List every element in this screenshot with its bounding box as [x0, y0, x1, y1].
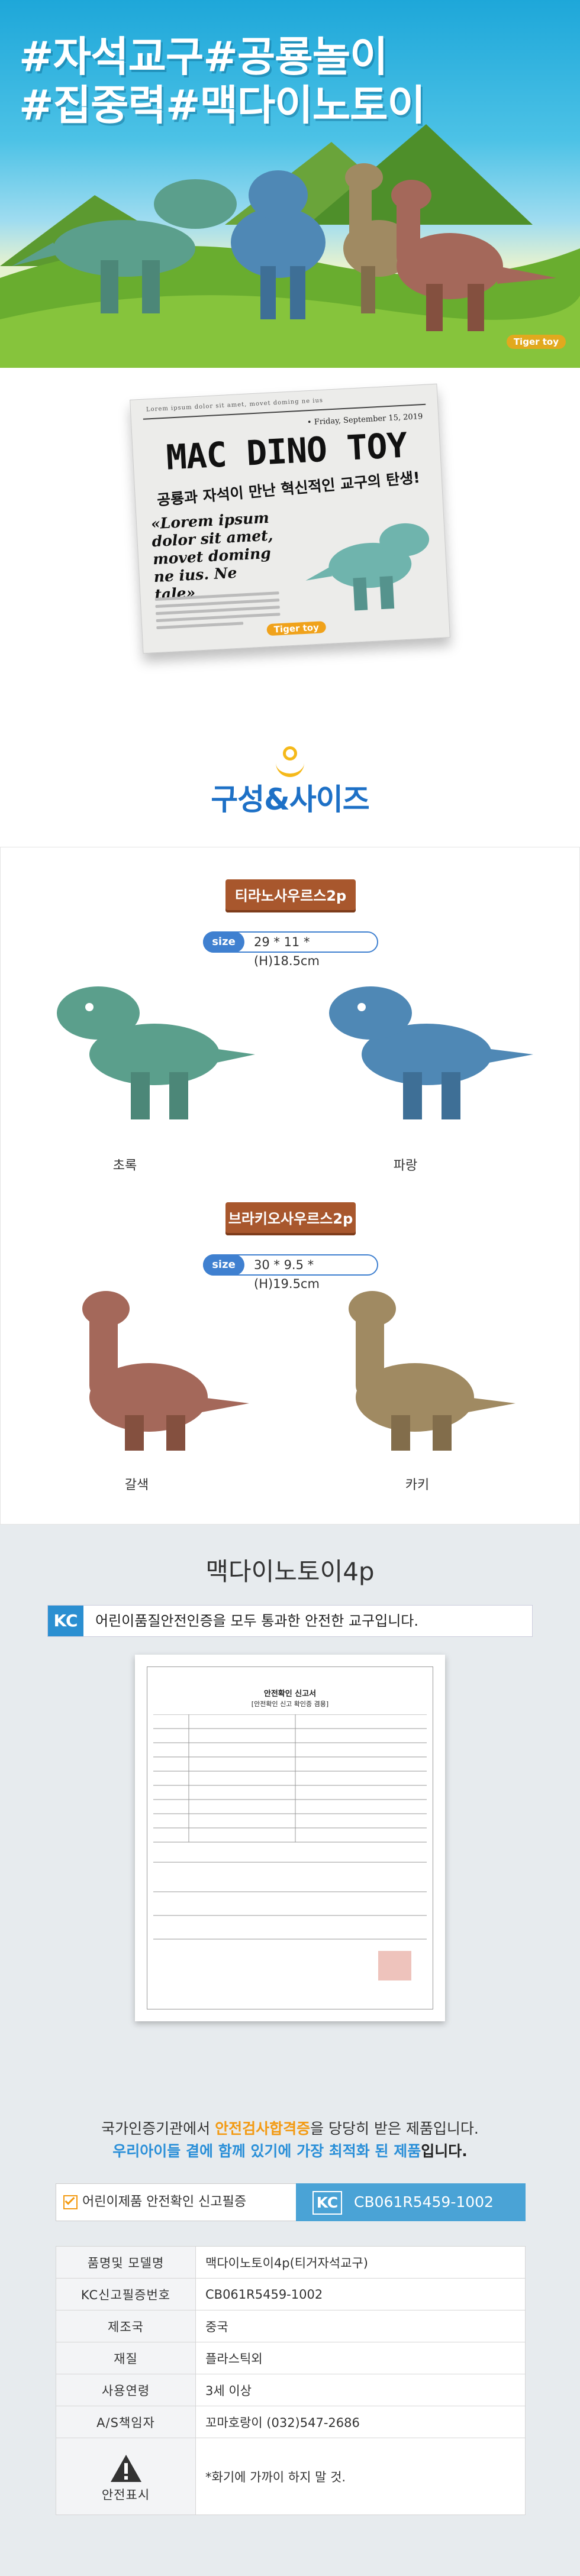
size-bar: size 30 * 9.5 * (H)19.5cm [203, 1254, 378, 1291]
newspaper-section: Lorem ipsum dolor sit amet, movet doming… [0, 368, 580, 711]
newspaper-quote: «Lorem ipsum dolor sit amet, movet domin… [150, 509, 274, 604]
table-value: 맥다이노토이4p(티거자석교구) [195, 2246, 526, 2279]
products-section: 티라노사우르스2p size 29 * 11 * (H)18.5cm 초록 파랑… [0, 847, 580, 1525]
variant-caption: 갈색 [124, 1478, 149, 1493]
certificate-image: 안전확인 신고서 [안전확인 신고 확인증 겸용] [135, 1655, 445, 2021]
table-key: KC신고필증번호 [56, 2278, 196, 2310]
newspaper-column [154, 591, 281, 633]
table-row: 품명및 모델명 맥다이노토이4p(티거자석교구) [56, 2246, 526, 2279]
table-key-label: 안전표시 [101, 2487, 150, 2502]
newspaper-brand: Tiger toy [266, 621, 327, 636]
kc-banner-text: 어린이품질안전인증을 모두 통과한 안전한 교구입니다. [95, 1613, 418, 1629]
size-value: 29 * 11 * (H)18.5cm [254, 935, 320, 968]
kc-report-label: 어린이제품 안전확인 신고필증 [82, 2195, 247, 2209]
composition-heading: 구성&사이즈 [0, 711, 580, 847]
table-value: 꼬마호랑이 (032)547-2686 [195, 2406, 526, 2438]
notice-line-1: 국가인증기관에서 안전검사합격증을 당당히 받은 제품입니다. [0, 2117, 580, 2138]
certificate-frame: 안전확인 신고서 [안전확인 신고 확인증 겸용] [147, 1666, 433, 2009]
product-info-table: 품명및 모델명 맥다이노토이4p(티거자석교구) KC신고필증번호 CB061R54… [56, 2246, 526, 2515]
table-key: 품명및 모델명 [56, 2246, 196, 2279]
notice-highlight: 안전검사합격증 [215, 2120, 311, 2137]
notice-line-2: 우리아이들 곁에 함께 있기에 가장 최적화 된 제품입니다. [0, 2140, 580, 2161]
smile-mouth-icon [276, 760, 304, 777]
dino-image-brown [82, 1291, 249, 1451]
composition-title: 구성&사이즈 [211, 782, 370, 817]
kc-banner: KC 어린이품질안전인증을 모두 통과한 안전한 교구입니다. [47, 1605, 533, 1637]
warning-triangle-icon [110, 2454, 141, 2482]
notice-text: 국가인증기관에서 [101, 2120, 215, 2137]
dino-image-blue [329, 986, 533, 1119]
table-value: 중국 [195, 2310, 526, 2342]
kc-mark-icon: KC [312, 2191, 342, 2215]
variant-caption: 초록 [112, 1158, 137, 1173]
hero-banner: #자석교구#공룡놀이 #집중력#맥다이노토이 Tiger toy [0, 0, 580, 368]
table-row: 안전표시 *화기에 가까이 하지 말 것. [56, 2438, 526, 2515]
table-value: 3세 이상 [195, 2374, 526, 2406]
smile-icon [283, 746, 297, 760]
table-row: 사용연령 3세 이상 [56, 2374, 526, 2406]
variant-caption: 파랑 [393, 1158, 418, 1173]
variant-caption: 카키 [405, 1478, 430, 1493]
table-value: 플라스틱외 [195, 2342, 526, 2374]
table-value: *화기에 가까이 하지 말 것. [195, 2438, 526, 2515]
size-label: size [203, 1254, 244, 1276]
kc-number-badge: KC CB061R5459-1002 [296, 2183, 526, 2221]
product-name-plank: 브라키오사우르스2p [225, 1202, 356, 1235]
table-row: 제조국 중국 [56, 2310, 526, 2342]
table-key: A/S책임자 [56, 2406, 196, 2438]
dino-image-green [57, 986, 255, 1119]
dino-image-khaki [349, 1291, 515, 1451]
table-row: 재질 플라스틱외 [56, 2342, 526, 2374]
product-name-plank: 티라노사우르스2p [225, 879, 356, 912]
newspaper-image: Lorem ipsum dolor sit amet, movet doming… [130, 383, 450, 654]
kc-report-badge: 어린이제품 안전확인 신고필증 [56, 2183, 302, 2221]
certificate-subtitle: [안전확인 신고 확인증 겸용] [251, 1700, 329, 1708]
table-key: 제조국 [56, 2310, 196, 2342]
info-section: 맥다이노토이4p KC 어린이품질안전인증을 모두 통과한 안전한 교구입니다.… [0, 1525, 580, 2576]
certificate-title: 안전확인 신고서 [263, 1690, 317, 1698]
table-value: CB061R5459-1002 [195, 2278, 526, 2310]
hero-line-2: #집중력#맥다이노토이 [19, 81, 426, 130]
notice-text: 입니다. [421, 2143, 468, 2160]
table-row: KC신고필증번호 CB061R5459-1002 [56, 2278, 526, 2310]
kc-number: CB061R5459-1002 [354, 2193, 494, 2211]
table-key: 사용연령 [56, 2374, 196, 2406]
info-heading: 맥다이노토이4p [205, 1557, 375, 1586]
notice-highlight: 우리아이들 곁에 함께 있기에 가장 최적화 된 제품 [112, 2143, 421, 2160]
newspaper-dino [305, 523, 430, 611]
checkbox-icon [63, 2195, 78, 2209]
size-label: size [203, 931, 244, 953]
table-key: 안전표시 [56, 2438, 196, 2515]
certificate-form-lines [153, 1714, 427, 1980]
table-key: 재질 [56, 2342, 196, 2374]
table-row: A/S책임자 꼬마호랑이 (032)547-2686 [56, 2406, 526, 2438]
brand-logo: Tiger toy [506, 335, 566, 349]
notice-text: 을 당당히 받은 제품입니다. [310, 2120, 479, 2137]
kc-mark-icon: KC [48, 1606, 83, 1636]
size-bar: size 29 * 11 * (H)18.5cm [203, 931, 378, 968]
